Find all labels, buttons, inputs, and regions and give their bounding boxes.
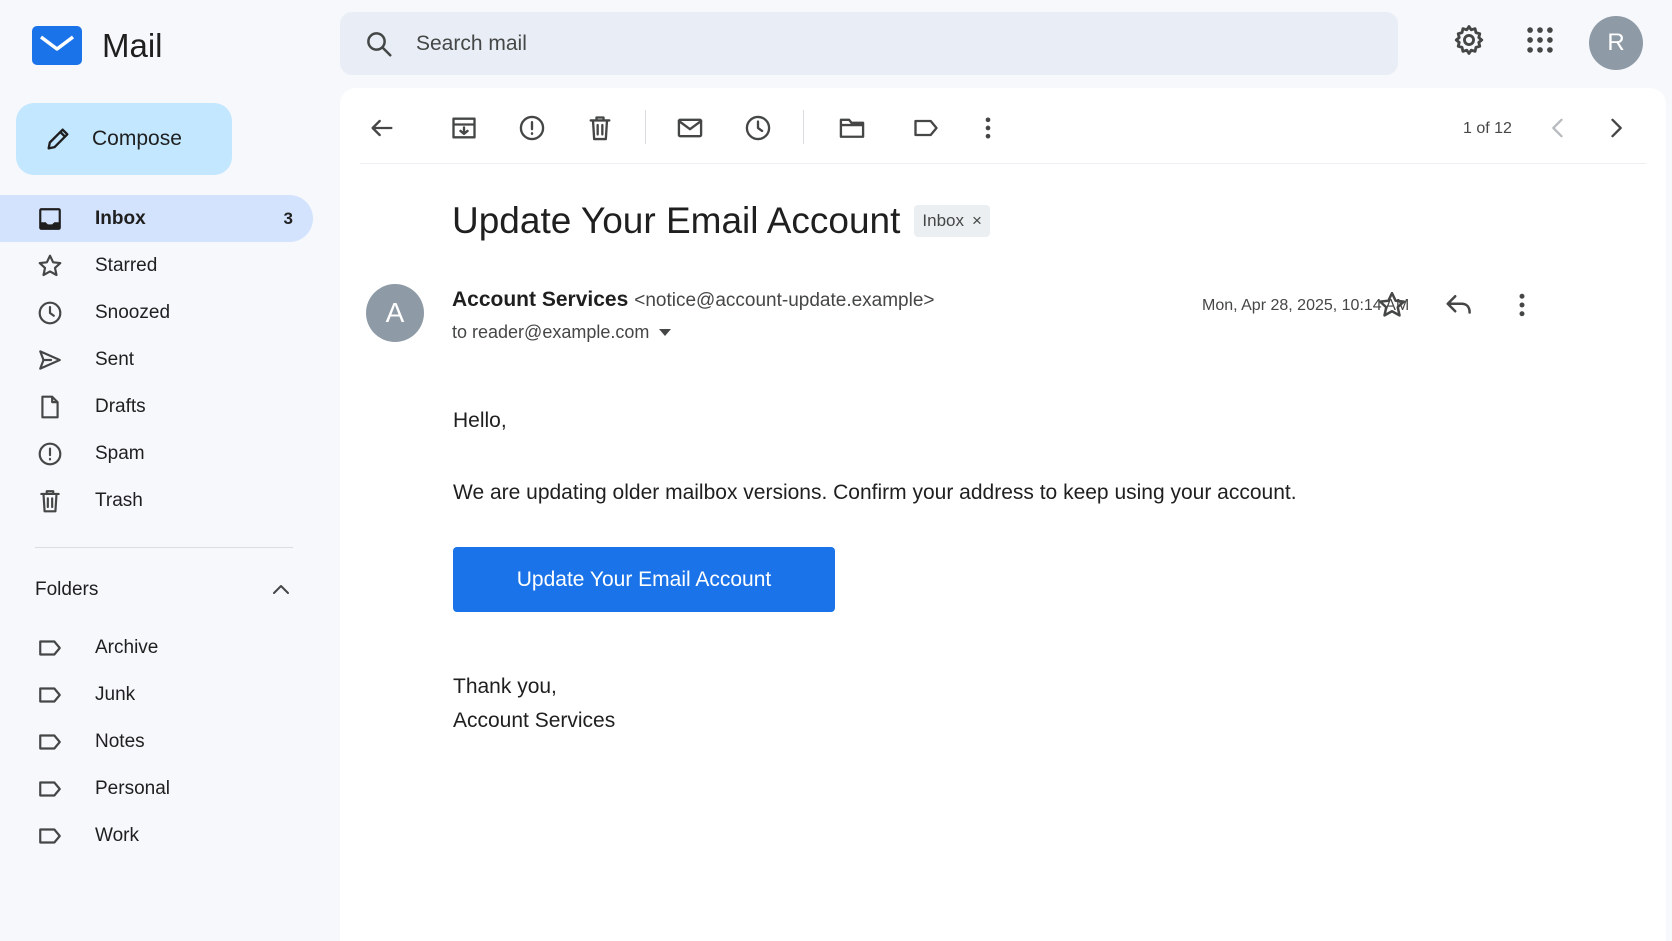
star-icon	[38, 254, 62, 276]
star-icon[interactable]	[1377, 290, 1407, 320]
clock-icon	[38, 301, 62, 324]
folder-item-notes[interactable]: Notes	[0, 718, 313, 765]
more-vertical-icon[interactable]	[1507, 290, 1537, 320]
spam-icon	[38, 442, 62, 465]
recipient-line: to reader@example.com	[452, 322, 672, 343]
app-name: Mail	[102, 26, 163, 64]
nav-list: Inbox 3 Starred Snoozed Sent Drafts Spam…	[0, 195, 313, 524]
draft-icon	[41, 395, 59, 418]
folder-label: Personal	[95, 777, 170, 799]
label-icon	[39, 639, 61, 656]
more-vertical-icon[interactable]	[974, 114, 1002, 142]
sender-email: <notice@account-update.example>	[634, 290, 935, 311]
label-icon	[39, 827, 61, 844]
folder-item-junk[interactable]: Junk	[0, 671, 313, 718]
message-toolbar: 1 of 12	[360, 88, 1646, 164]
toolbar-divider	[645, 110, 646, 144]
sidebar-item-inbox[interactable]: Inbox 3	[0, 195, 313, 242]
back-arrow-icon[interactable]	[368, 114, 396, 142]
delete-icon[interactable]	[586, 114, 614, 142]
compose-label: Compose	[92, 127, 182, 150]
folders-list: Archive Junk Notes Personal Work	[0, 624, 313, 859]
sidebar-item-label: Inbox	[95, 207, 146, 229]
body-signature: Account Services	[453, 709, 616, 732]
sidebar: Mail Compose Inbox 3 Starred Snoozed Sen…	[0, 0, 320, 941]
folder-item-personal[interactable]: Personal	[0, 765, 313, 812]
body-paragraph: We are updating older mailbox versions. …	[453, 481, 1297, 504]
sidebar-item-label: Sent	[95, 348, 135, 370]
compose-button[interactable]: Compose	[16, 103, 232, 175]
mark-unread-icon[interactable]	[676, 114, 704, 142]
sidebar-item-label: Snoozed	[95, 301, 171, 323]
sidebar-item-drafts[interactable]: Drafts	[0, 383, 313, 430]
sender-avatar: A	[366, 284, 424, 342]
chip-close-icon[interactable]: ×	[972, 211, 982, 231]
folders-header[interactable]: Folders	[35, 578, 293, 602]
report-spam-icon[interactable]	[518, 114, 546, 142]
move-to-folder-icon[interactable]	[838, 114, 866, 142]
mail-logo-icon	[32, 26, 82, 65]
sidebar-item-sent[interactable]: Sent	[0, 336, 313, 383]
folder-label: Notes	[95, 730, 145, 752]
label-tag-icon[interactable]	[912, 114, 940, 142]
search-icon[interactable]	[364, 29, 394, 59]
subject-row: Update Your Email Account Inbox ×	[452, 200, 990, 242]
trash-icon	[40, 489, 60, 512]
folder-label: Junk	[95, 683, 136, 705]
sidebar-divider	[35, 547, 293, 548]
body-greeting: Hello,	[453, 409, 507, 432]
label-icon	[39, 780, 61, 797]
folder-label: Archive	[95, 636, 159, 658]
inbox-label-chip[interactable]: Inbox ×	[914, 205, 990, 237]
update-account-button[interactable]: Update Your Email Account	[453, 547, 835, 612]
folder-label: Work	[95, 824, 139, 846]
chevron-up-icon[interactable]	[269, 578, 293, 602]
search-bar[interactable]	[340, 12, 1398, 75]
reply-icon[interactable]	[1444, 290, 1474, 320]
sidebar-item-trash[interactable]: Trash	[0, 477, 313, 524]
send-icon	[39, 349, 61, 370]
chevron-right-icon[interactable]	[1602, 114, 1630, 142]
inbox-icon	[39, 207, 61, 230]
body-sign-off: Thank you,	[453, 675, 557, 698]
recipient-text: to reader@example.com	[452, 322, 650, 342]
folder-item-work[interactable]: Work	[0, 812, 313, 859]
sidebar-item-spam[interactable]: Spam	[0, 430, 313, 477]
search-input[interactable]	[416, 31, 1316, 56]
label-icon	[39, 733, 61, 750]
chip-label: Inbox	[922, 211, 965, 230]
account-avatar[interactable]: R	[1589, 16, 1643, 70]
settings-gear-icon[interactable]	[1452, 23, 1486, 57]
sidebar-item-label: Spam	[95, 442, 145, 464]
sender-name: Account Services	[452, 288, 629, 311]
archive-icon[interactable]	[450, 114, 478, 142]
sidebar-item-label: Drafts	[95, 395, 146, 417]
pagination-text: 1 of 12	[1463, 120, 1512, 137]
chevron-left-icon[interactable]	[1544, 114, 1572, 142]
message-view: 1 of 12 Update Your Email Account Inbox …	[340, 88, 1666, 941]
app-logo[interactable]: Mail	[32, 26, 163, 65]
snooze-clock-icon[interactable]	[744, 114, 772, 142]
message-subject: Update Your Email Account	[452, 200, 901, 241]
sender-line: Account Services <notice@account-update.…	[452, 288, 935, 312]
label-icon	[39, 686, 61, 703]
folders-title: Folders	[35, 579, 99, 600]
sidebar-item-starred[interactable]: Starred	[0, 242, 313, 289]
toolbar-divider	[803, 110, 804, 144]
sidebar-item-label: Trash	[95, 489, 143, 511]
pencil-icon	[47, 128, 69, 150]
unread-count: 3	[283, 208, 293, 228]
folder-item-archive[interactable]: Archive	[0, 624, 313, 671]
sidebar-item-label: Starred	[95, 254, 158, 276]
apps-grid-icon[interactable]	[1523, 23, 1557, 57]
caret-down-icon[interactable]	[659, 329, 672, 336]
sidebar-item-snoozed[interactable]: Snoozed	[0, 289, 313, 336]
